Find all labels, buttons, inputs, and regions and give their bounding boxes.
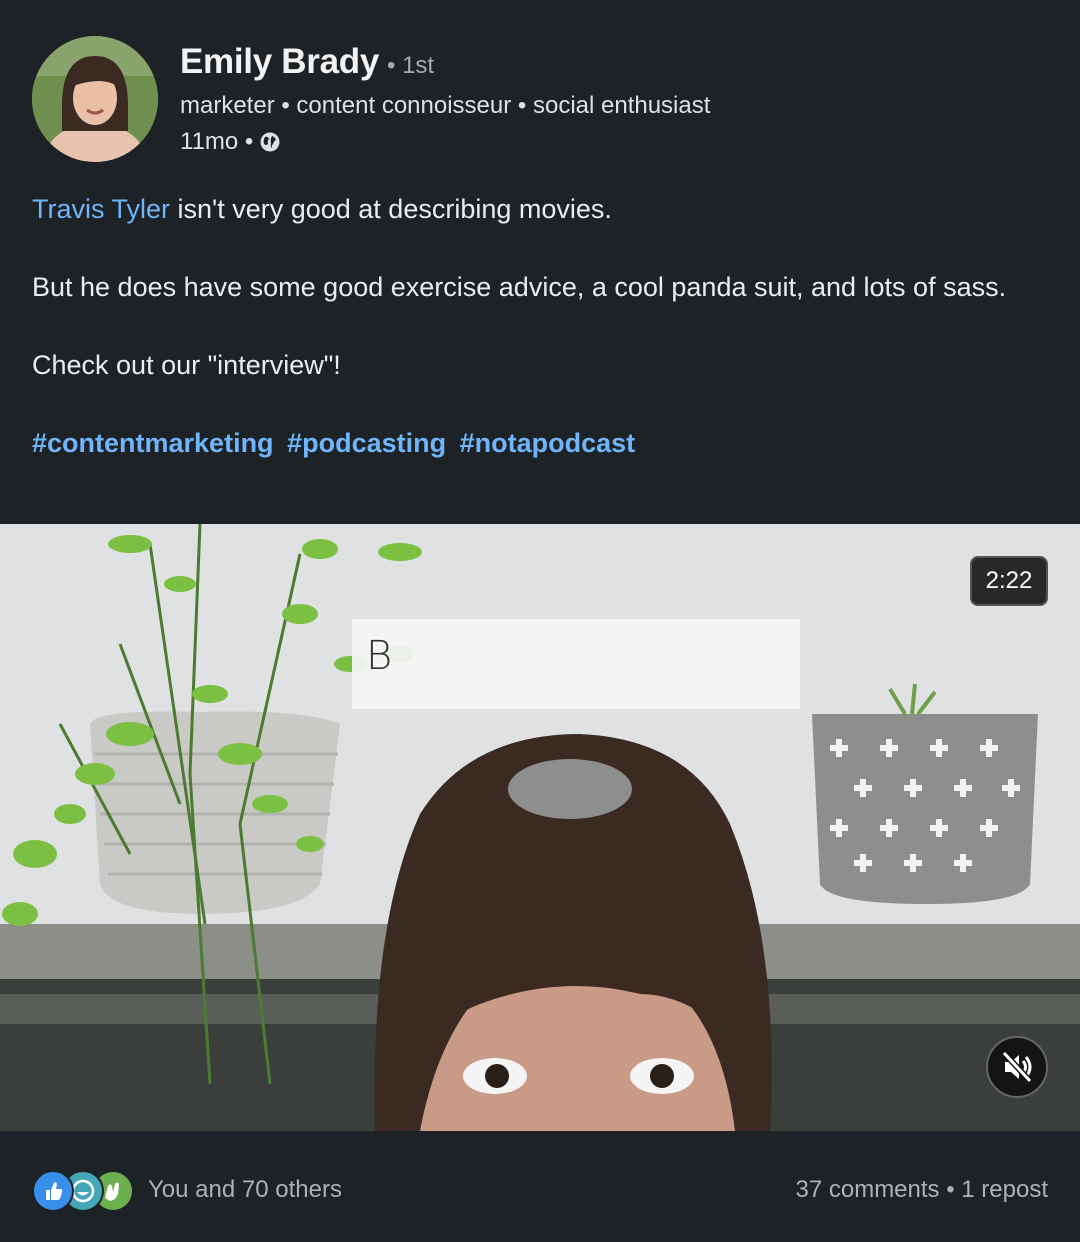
post-text: Travis Tyler isn't very good at describi… [32, 190, 1042, 463]
globe-icon [259, 131, 281, 153]
video-frame [0, 524, 1080, 1131]
hashtag-link[interactable]: #podcasting [287, 428, 446, 458]
post-header: Emily Brady • 1st marketer • content con… [32, 36, 1048, 166]
hashtag-link[interactable]: #notapodcast [460, 428, 636, 458]
connection-degree: • 1st [387, 52, 435, 79]
hashtag-link[interactable]: #contentmarketing [32, 428, 274, 458]
video-title-card: B [352, 619, 800, 709]
like-icon [32, 1170, 74, 1212]
post-time-row: 11mo • [180, 126, 1040, 158]
post-paragraph-2: But he does have some good exercise advi… [32, 272, 1007, 302]
author-meta: Emily Brady • 1st marketer • content con… [180, 42, 1040, 158]
post-paragraph-1: Travis Tyler isn't very good at describi… [32, 190, 1042, 229]
avatar-photo [32, 36, 158, 162]
video-player[interactable]: B 2:22 [0, 524, 1080, 1131]
feed-post: Emily Brady • 1st marketer • content con… [0, 0, 1080, 1242]
post-age: 11mo • [180, 128, 254, 155]
post-line-1-text: isn't very good at describing movies. [170, 194, 612, 224]
reactions-count-text: You and 70 others [148, 1176, 342, 1203]
video-duration-badge: 2:22 [970, 556, 1048, 606]
author-headline: marketer • content connoisseur • social … [180, 92, 711, 119]
comments-reposts-link[interactable]: 37 comments • 1 repost [795, 1176, 1048, 1204]
speaker-muted-icon[interactable] [986, 1036, 1048, 1098]
reaction-icons [32, 1168, 136, 1212]
social-counts-bar: You and 70 others 37 comments • 1 repost [32, 1162, 1048, 1218]
mention-link[interactable]: Travis Tyler [32, 194, 170, 224]
reactions-summary[interactable]: You and 70 others [32, 1168, 342, 1212]
hashtag-list: #contentmarketing #podcasting #notapodca… [32, 424, 1042, 463]
avatar[interactable] [32, 36, 158, 162]
name-row: Emily Brady • 1st [180, 42, 1040, 86]
post-paragraph-3: Check out our "interview"! [32, 350, 341, 380]
author-name[interactable]: Emily Brady [180, 42, 379, 82]
